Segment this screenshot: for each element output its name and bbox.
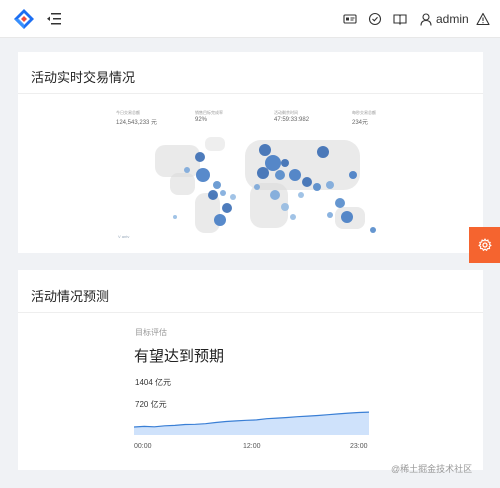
stat-value: 47:59:33:982 [274, 117, 310, 123]
forecast-area-chart[interactable] [134, 390, 369, 435]
user-menu[interactable]: admin [420, 11, 469, 27]
world-bubble-map[interactable] [135, 135, 385, 250]
x-tick-label: 00:00 [134, 443, 152, 450]
book-icon[interactable] [393, 12, 407, 26]
stat-label: 今日交易总额 [116, 110, 140, 115]
top-header: admin [0, 0, 500, 38]
card-divider [18, 93, 483, 94]
menu-fold-icon[interactable] [47, 13, 61, 25]
stat-value: 124,543,233 元 [116, 120, 158, 126]
forecast-card: 活动情况预测 [18, 270, 483, 470]
check-circle-icon[interactable] [368, 12, 382, 26]
id-card-icon[interactable] [343, 12, 357, 26]
stat-label: 每秒交易总额 [352, 110, 376, 115]
stat-value: 92% [195, 117, 208, 123]
goal-title: 有望达到预期 [134, 348, 225, 365]
map-credit: V antv [118, 234, 130, 239]
stat-label: 销售目标完成率 [195, 110, 223, 115]
logo-icon[interactable] [13, 8, 35, 30]
stat-label: 活动剩余时间 [274, 110, 298, 115]
card-title: 活动实时交易情况 [31, 70, 136, 85]
stat-value: 234元 [352, 120, 369, 126]
x-tick-label: 23:00 [350, 443, 368, 450]
x-tick-label: 12:00 [243, 443, 261, 450]
gear-icon [478, 238, 492, 251]
annotation-high: 1404 亿元 [135, 378, 172, 387]
card-title: 活动情况预测 [31, 289, 110, 304]
goal-label: 目标评估 [135, 328, 167, 337]
settings-button[interactable] [469, 227, 500, 263]
watermark: @稀土掘金技术社区 [391, 464, 473, 474]
warning-icon[interactable] [476, 12, 490, 26]
user-name: admin [436, 12, 469, 26]
area-fill [134, 412, 369, 435]
card-divider [18, 312, 483, 313]
user-icon [420, 12, 432, 26]
